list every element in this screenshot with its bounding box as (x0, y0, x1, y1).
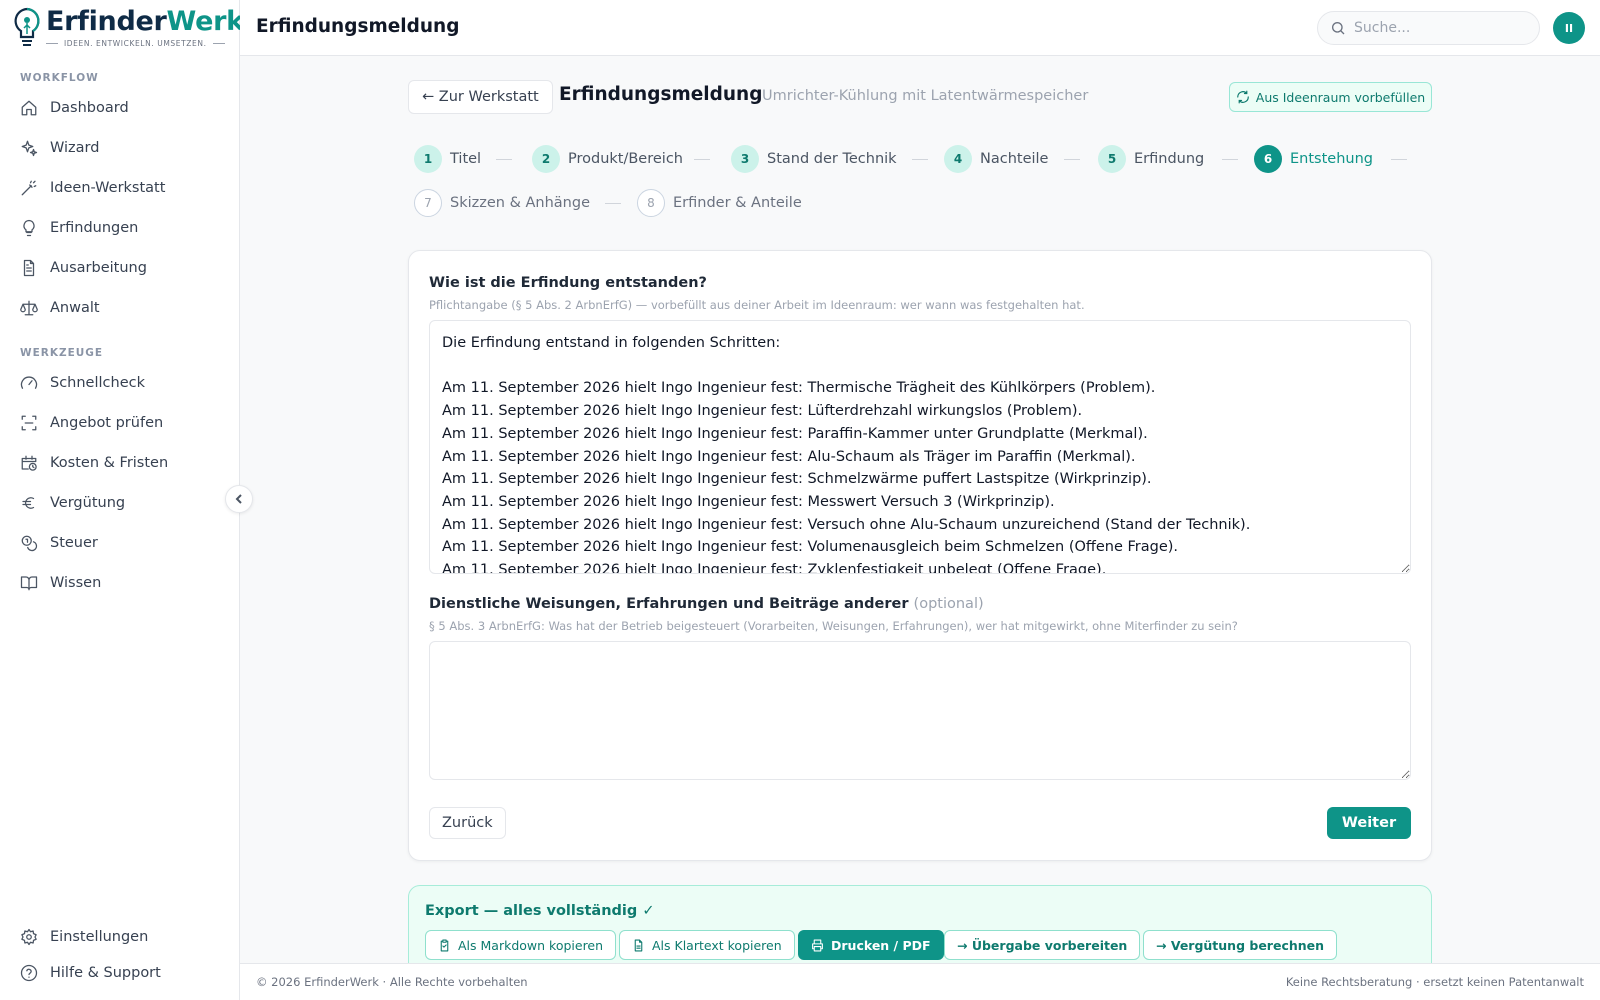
field-entstehung-hint: Pflichtangabe (§ 5 Abs. 2 ArbnErfG) — vo… (429, 298, 1085, 312)
footer-disclaimer: Keine Rechtsberatung · ersetzt keinen Pa… (1285, 975, 1584, 989)
topbar-title: Erfindungsmeldung (256, 16, 460, 37)
page-subtitle: Umrichter-Kühlung mit Latentwärmespeiche… (762, 88, 1089, 104)
gauge-icon (20, 376, 38, 389)
file-text-icon (634, 939, 643, 951)
prefill-from-idearoom-button[interactable]: Aus Ideenraum vorbefüllen (1229, 82, 1432, 112)
nav-section-workflow: WORKFLOW (20, 72, 99, 84)
home-icon (21, 100, 37, 116)
sidebar-item-anwalt[interactable]: Anwalt (20, 296, 100, 320)
logo-name: ErfinderWerk (46, 6, 244, 37)
sidebar-item-angebot-pruefen[interactable]: Angebot prüfen (20, 411, 163, 435)
gear-icon (21, 928, 37, 946)
sidebar-item-dashboard[interactable]: Dashboard (20, 96, 129, 120)
print-pdf-button[interactable]: Drucken / PDF (798, 930, 944, 960)
calendar-clock-icon (21, 455, 37, 471)
step-produkt-bereich[interactable]: 2 Produkt/Bereich (532, 145, 683, 173)
field-weisungen-label: Dienstliche Weisungen, Erfahrungen und B… (429, 596, 984, 612)
back-button[interactable]: Zurück (429, 807, 506, 839)
export-title: Export — alles vollständig ✓ (425, 903, 655, 919)
sidebar-item-wizard[interactable]: Wizard (20, 136, 99, 160)
step-nachteile[interactable]: 4 Nachteile (944, 145, 1048, 173)
search-icon (1332, 22, 1345, 35)
scale-icon (20, 300, 38, 316)
help-circle-icon (20, 964, 38, 982)
sidebar-item-erfindungen[interactable]: Erfindungen (20, 216, 138, 240)
page-title: Erfindungsmeldung (559, 84, 763, 105)
topbar: Erfindungsmeldung II (240, 0, 1600, 56)
nav-section-werkzeuge: WERKZEUGE (20, 347, 104, 359)
user-avatar[interactable]: II (1553, 12, 1585, 44)
logo-tagline: IDEEN. ENTWICKELN. UMSETZEN. (46, 39, 244, 48)
document-icon (23, 259, 35, 277)
back-to-workshop-button[interactable]: ← Zur Werkstatt (408, 80, 553, 114)
refresh-icon (1236, 90, 1249, 104)
form-card: Wie ist die Erfindung entstanden? Pflich… (408, 250, 1432, 861)
sidebar-collapse-button[interactable] (225, 485, 253, 513)
field-entstehung-label: Wie ist die Erfindung entstanden? (429, 275, 707, 291)
app-logo[interactable]: ErfinderWerk IDEEN. ENTWICKELN. UMSETZEN… (10, 6, 244, 50)
chevron-left-icon (235, 494, 242, 504)
sidebar-item-einstellungen[interactable]: Einstellungen (20, 925, 148, 949)
step-separator (496, 159, 512, 160)
sidebar-item-kosten-fristen[interactable]: Kosten & Fristen (20, 451, 168, 475)
copy-markdown-button[interactable]: Als Markdown kopieren (425, 930, 617, 960)
step-stand-der-technik[interactable]: 3 Stand der Technik (731, 145, 897, 173)
printer-icon (812, 939, 823, 951)
magic-wand-icon (21, 180, 37, 196)
sidebar-item-verguetung[interactable]: Vergütung (20, 491, 125, 515)
scan-icon (21, 415, 37, 431)
step-erfindung[interactable]: 5 Erfindung (1098, 145, 1204, 173)
weisungen-textarea[interactable] (429, 641, 1411, 780)
book-icon (20, 576, 38, 591)
coins-icon (21, 535, 38, 552)
entstehung-textarea[interactable] (429, 320, 1411, 574)
euro-icon (22, 497, 35, 509)
step-separator (694, 159, 710, 160)
sidebar-item-steuer[interactable]: Steuer (20, 531, 98, 555)
copy-plaintext-button[interactable]: Als Klartext kopieren (619, 930, 795, 960)
step-skizzen-anhaenge[interactable]: 7 Skizzen & Anhänge (414, 189, 590, 217)
step-titel[interactable]: 1 Titel (414, 145, 481, 173)
next-button[interactable]: Weiter (1327, 807, 1411, 839)
step-erfinder-anteile[interactable]: 8 Erfinder & Anteile (637, 189, 802, 217)
sidebar-item-schnellcheck[interactable]: Schnellcheck (20, 371, 145, 395)
footer-copyright: © 2026 ErfinderWerk · Alle Rechte vorbeh… (256, 975, 528, 989)
step-separator (605, 203, 621, 204)
calculate-compensation-button[interactable]: → Vergütung berechnen (1143, 930, 1338, 960)
step-entstehung[interactable]: 6 Entstehung (1254, 145, 1373, 173)
search-box[interactable] (1317, 11, 1540, 45)
lightbulb-logo-icon (14, 7, 40, 46)
step-separator (1222, 159, 1238, 160)
clipboard-icon (440, 939, 449, 951)
sidebar-item-hilfe-support[interactable]: Hilfe & Support (20, 961, 161, 985)
step-separator (912, 159, 928, 160)
lightbulb-icon (23, 219, 35, 237)
footer: © 2026 ErfinderWerk · Alle Rechte vorbeh… (240, 963, 1600, 1000)
step-separator (1391, 159, 1407, 160)
sparkles-icon (21, 140, 38, 157)
prepare-handover-button[interactable]: → Übergabe vorbereiten (944, 930, 1141, 960)
sidebar-item-ausarbeitung[interactable]: Ausarbeitung (20, 256, 147, 280)
field-weisungen-hint: § 5 Abs. 3 ArbnErfG: Was hat der Betrieb… (429, 619, 1238, 633)
sidebar-item-ideen-werkstatt[interactable]: Ideen-Werkstatt (20, 176, 165, 200)
step-separator (1064, 159, 1080, 160)
search-input[interactable] (1354, 20, 1524, 36)
sidebar: ErfinderWerk IDEEN. ENTWICKELN. UMSETZEN… (0, 0, 244, 1000)
sidebar-item-wissen[interactable]: Wissen (20, 571, 101, 595)
